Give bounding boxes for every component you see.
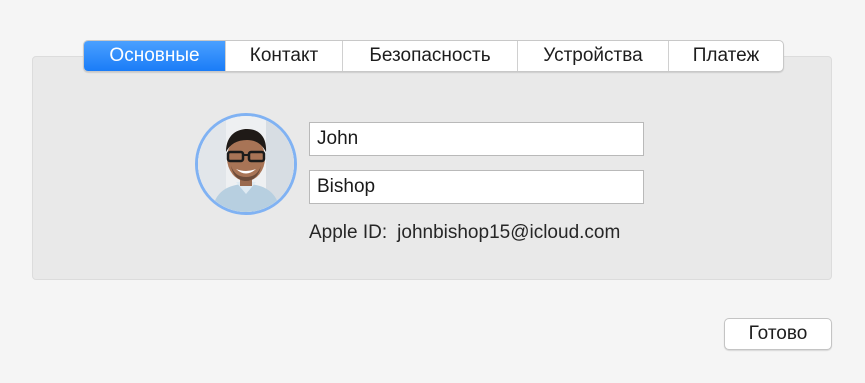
apple-id-label: Apple ID: bbox=[309, 222, 388, 243]
tab-devices[interactable]: Устройства bbox=[517, 41, 668, 71]
tab-contact[interactable]: Контакт bbox=[225, 41, 342, 71]
apple-id-row: Apple ID: johnbishop15@icloud.com bbox=[309, 222, 620, 244]
avatar[interactable] bbox=[195, 113, 297, 215]
done-button[interactable]: Готово bbox=[724, 318, 832, 350]
last-name-input[interactable] bbox=[309, 170, 644, 204]
apple-id-value: johnbishop15@icloud.com bbox=[397, 222, 621, 243]
settings-panel bbox=[32, 56, 832, 280]
tab-general[interactable]: Основные bbox=[84, 41, 225, 71]
first-name-input[interactable] bbox=[309, 122, 644, 156]
tab-payment[interactable]: Платеж bbox=[668, 41, 783, 71]
user-photo-avatar bbox=[198, 116, 294, 212]
tab-bar: Основные Контакт Безопасность Устройства… bbox=[83, 40, 784, 72]
tab-security[interactable]: Безопасность bbox=[342, 41, 517, 71]
